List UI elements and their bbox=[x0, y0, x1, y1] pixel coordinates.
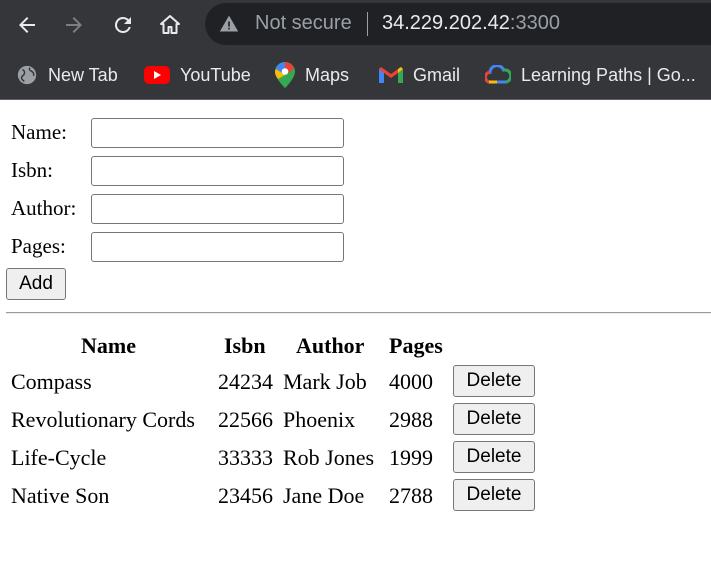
delete-button[interactable]: Delete bbox=[453, 365, 535, 397]
globe-icon bbox=[17, 65, 37, 85]
reload-icon bbox=[114, 16, 131, 33]
delete-button[interactable]: Delete bbox=[453, 403, 535, 435]
pages-input[interactable] bbox=[91, 232, 344, 262]
isbn-label: Isbn: bbox=[11, 158, 53, 182]
bookmark-gmail[interactable]: Gmail bbox=[379, 60, 460, 90]
url-host: 34.229.202.42 bbox=[382, 12, 510, 34]
forward-button[interactable] bbox=[57, 8, 91, 42]
warning-triangle-icon bbox=[219, 15, 239, 32]
bookmark-youtube[interactable]: YouTube bbox=[144, 60, 251, 90]
cell-isbn: 22566 bbox=[218, 407, 273, 432]
column-header-isbn: Isbn bbox=[224, 333, 266, 358]
youtube-icon bbox=[144, 66, 170, 84]
cell-author: Jane Doe bbox=[283, 483, 365, 508]
bookmark-label: YouTube bbox=[180, 64, 251, 85]
arrow-left-icon bbox=[19, 17, 35, 33]
cell-isbn: 33333 bbox=[218, 445, 273, 470]
bookmarks-bar: New Tab YouTube Maps Gmail Learning Path… bbox=[0, 50, 711, 100]
column-header-author: Author bbox=[296, 333, 365, 358]
bookmark-label: New Tab bbox=[48, 64, 118, 85]
delete-button[interactable]: Delete bbox=[453, 441, 535, 473]
cell-isbn: 23456 bbox=[218, 483, 273, 508]
back-button[interactable] bbox=[10, 8, 44, 42]
cell-name: Compass bbox=[11, 369, 92, 394]
bookmark-learning-paths[interactable]: Learning Paths | Go... bbox=[485, 60, 696, 90]
browser-toolbar: Not secure 34.229.202.42:3300 bbox=[0, 0, 711, 50]
security-status[interactable]: Not secure bbox=[255, 12, 352, 35]
home-icon bbox=[160, 15, 180, 34]
cell-author: Rob Jones bbox=[283, 445, 375, 470]
address-bar[interactable]: Not secure 34.229.202.42:3300 bbox=[205, 3, 711, 45]
cell-name: Revolutionary Cords bbox=[11, 407, 195, 432]
maps-pin-icon bbox=[275, 62, 295, 88]
isbn-input[interactable] bbox=[91, 156, 344, 186]
cell-pages: 2788 bbox=[389, 483, 433, 508]
author-label: Author: bbox=[11, 196, 77, 220]
bookmark-label: Gmail bbox=[413, 64, 461, 85]
bookmark-new-tab[interactable]: New Tab bbox=[16, 60, 118, 90]
add-button[interactable]: Add bbox=[6, 268, 66, 300]
reload-button[interactable] bbox=[106, 8, 140, 42]
divider bbox=[6, 312, 711, 314]
cell-author: Mark Job bbox=[283, 369, 367, 394]
cell-name: Native Son bbox=[11, 483, 110, 508]
url-text[interactable]: 34.229.202.42:3300 bbox=[382, 12, 560, 35]
arrow-right-icon bbox=[66, 17, 82, 33]
home-button[interactable] bbox=[153, 8, 187, 42]
cell-pages: 2988 bbox=[389, 407, 433, 432]
gmail-icon bbox=[379, 67, 403, 83]
delete-button[interactable]: Delete bbox=[453, 479, 535, 511]
cell-name: Life-Cycle bbox=[11, 445, 107, 470]
column-header-pages: Pages bbox=[389, 333, 443, 358]
address-separator bbox=[367, 12, 368, 36]
author-input[interactable] bbox=[91, 194, 344, 224]
bookmark-label: Learning Paths | Go... bbox=[521, 64, 696, 85]
cell-author: Phoenix bbox=[283, 407, 356, 432]
cell-pages: 4000 bbox=[389, 369, 433, 394]
cell-pages: 1999 bbox=[389, 445, 433, 470]
pages-label: Pages: bbox=[11, 234, 66, 258]
column-header-name: Name bbox=[81, 333, 136, 358]
name-input[interactable] bbox=[91, 118, 344, 148]
bookmark-maps[interactable]: Maps bbox=[275, 60, 349, 90]
name-label: Name: bbox=[11, 120, 67, 144]
google-cloud-icon bbox=[485, 65, 511, 84]
url-port: :3300 bbox=[509, 12, 560, 34]
bookmark-label: Maps bbox=[305, 64, 350, 85]
cell-isbn: 24234 bbox=[218, 369, 273, 394]
